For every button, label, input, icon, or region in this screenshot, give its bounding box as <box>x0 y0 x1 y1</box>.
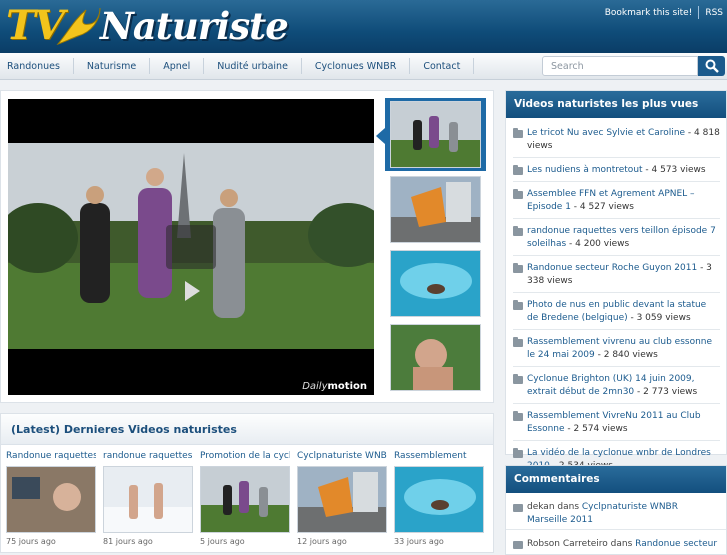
folder-icon <box>513 337 523 347</box>
folder-icon <box>513 263 523 273</box>
active-thumb-arrow <box>376 128 385 144</box>
thumb-image <box>391 325 480 390</box>
most-viewed-list: Le tricot Nu avec Sylvie et Caroline - 4… <box>506 118 726 477</box>
site-logo[interactable]: TV Naturiste <box>4 0 289 53</box>
latest-video-5[interactable]: Rassemblement 33 jours ago <box>394 451 484 546</box>
latest-video-3[interactable]: Promotion de la cycl ... 5 jours ago <box>200 451 290 546</box>
nav-item-randonues[interactable]: Randonues <box>0 53 73 80</box>
folder-icon <box>513 504 523 512</box>
thumb-image <box>391 102 480 167</box>
comment-item: dekan dans Cyclpnaturiste WNBR Marseille… <box>506 493 726 530</box>
thumb-image <box>201 467 289 532</box>
latest-video-title[interactable]: Cyclpnaturiste WNBR <box>297 451 387 464</box>
list-item: Assemblee FFN et Agrement APNEL – Episod… <box>513 182 720 219</box>
most-viewed-title: Videos naturistes les plus vues <box>506 91 726 118</box>
view-count: - 4 573 views <box>642 165 706 175</box>
view-count: - 3 059 views <box>627 313 691 323</box>
video-thumb-1[interactable] <box>390 101 481 168</box>
comment-author: dekan <box>527 502 555 512</box>
search-input[interactable]: Search <box>542 56 699 76</box>
nav-item-apnel[interactable]: Apnel <box>150 53 203 80</box>
folder-icon <box>513 226 523 236</box>
logo-naturiste-text: Naturiste <box>100 4 289 48</box>
magnifier-icon <box>705 59 719 73</box>
video-thumb-4[interactable] <box>390 324 481 391</box>
thumb-image <box>391 251 480 316</box>
video-link[interactable]: Randonue secteur Roche Guyon 2011 <box>527 263 697 273</box>
folder-icon <box>513 411 523 421</box>
video-thumb-3[interactable] <box>390 250 481 317</box>
site-header: TV Naturiste Bookmark this site! RSS <box>0 0 727 53</box>
latest-video-thumb[interactable] <box>297 466 387 533</box>
nav-item-cyclonues[interactable]: Cyclonues WNBR <box>302 53 409 80</box>
rss-link[interactable]: RSS <box>705 8 723 18</box>
view-count: - 2 840 views <box>594 350 658 360</box>
video-thumb-2[interactable] <box>390 176 481 243</box>
latest-video-title[interactable]: Promotion de la cycl ... <box>200 451 290 464</box>
list-item: Cyclonue Brighton (UK) 14 juin 2009, ext… <box>513 367 720 404</box>
view-count: - 4 200 views <box>566 239 630 249</box>
latest-video-thumb[interactable] <box>103 466 193 533</box>
thumb-image <box>104 467 192 532</box>
folder-icon <box>513 374 523 384</box>
nav-item-nudite-urbaine[interactable]: Nudité urbaine <box>204 53 301 80</box>
play-icon <box>185 281 200 301</box>
view-count: - 2 574 views <box>564 424 628 434</box>
folder-icon <box>513 541 523 549</box>
comments-title: Commentaires <box>506 466 726 493</box>
logo-figure-icon <box>56 7 101 46</box>
comment-item: Robson Carreteiro dans Randonue secteur <box>506 530 726 553</box>
list-item: Randonue secteur Roche Guyon 2011 - 3 33… <box>513 256 720 293</box>
latest-video-title[interactable]: Randonue raquettes v <box>6 451 96 464</box>
list-item: Le tricot Nu avec Sylvie et Caroline - 4… <box>513 121 720 158</box>
most-viewed-panel: Videos naturistes les plus vues Le trico… <box>505 90 727 471</box>
folder-icon <box>513 165 523 175</box>
latest-video-4[interactable]: Cyclpnaturiste WNBR 12 jours ago <box>297 451 387 546</box>
view-count: - 4 527 views <box>570 202 634 212</box>
comment-sep: dans <box>607 539 636 549</box>
list-item: randonue raquettes vers teillon épisode … <box>513 219 720 256</box>
dailymotion-logo: Dailymotion <box>302 381 367 392</box>
play-button[interactable] <box>166 225 216 301</box>
brand-motion: motion <box>327 381 368 392</box>
latest-video-thumb[interactable] <box>6 466 96 533</box>
thumb-image <box>391 177 480 242</box>
folder-icon <box>513 448 523 458</box>
search-button[interactable] <box>698 56 725 76</box>
list-item: Rassemblement VivreNu 2011 au Club Esson… <box>513 404 720 441</box>
latest-videos-title: (Latest) Dernieres Videos naturistes <box>1 414 493 445</box>
thumb-image <box>298 467 386 532</box>
comment-post-link[interactable]: Randonue secteur <box>635 539 717 549</box>
list-item: Les nudiens à montretout - 4 573 views <box>513 158 720 182</box>
list-item: Rassemblement vivrenu au club essonne le… <box>513 330 720 367</box>
latest-video-1[interactable]: Randonue raquettes v 75 jours ago <box>6 451 96 546</box>
nav-item-naturisme[interactable]: Naturisme <box>74 53 149 80</box>
folder-icon <box>513 300 523 310</box>
bookmark-link[interactable]: Bookmark this site! <box>605 8 693 18</box>
comments-panel: Commentaires dekan dans Cyclpnaturiste W… <box>505 465 727 555</box>
list-item: Photo de nus en public devant la statue … <box>513 293 720 330</box>
view-count: - 2 773 views <box>634 387 698 397</box>
nav-item-contact[interactable]: Contact <box>410 53 473 80</box>
thumb-image <box>395 467 483 532</box>
top-links: Bookmark this site! RSS <box>605 6 723 19</box>
latest-video-thumb[interactable] <box>394 466 484 533</box>
logo-tv-text: TV <box>6 2 65 49</box>
latest-video-2[interactable]: randonue raquettes v 81 jours ago <box>103 451 193 546</box>
video-link[interactable]: Les nudiens à montretout <box>527 165 643 175</box>
thumb-image <box>7 467 95 532</box>
comment-sep: dans <box>554 502 582 512</box>
latest-video-title[interactable]: Rassemblement <box>394 451 484 464</box>
latest-video-title[interactable]: randonue raquettes v <box>103 451 193 464</box>
latest-video-thumb[interactable] <box>200 466 290 533</box>
search-bar: Search <box>542 56 725 76</box>
divider <box>698 6 700 19</box>
nav-divider <box>473 58 475 74</box>
video-link[interactable]: Le tricot Nu avec Sylvie et Caroline <box>527 128 685 138</box>
brand-daily: Daily <box>302 381 328 392</box>
video-player[interactable]: Dailymotion <box>8 99 374 395</box>
folder-icon <box>513 189 523 199</box>
folder-icon <box>513 128 523 138</box>
comment-author: Robson Carreteiro <box>527 539 608 549</box>
